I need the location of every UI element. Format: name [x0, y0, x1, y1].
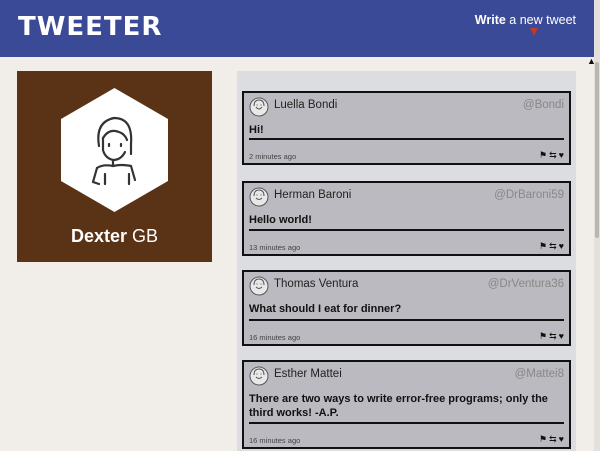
tweet-timestamp: 2 minutes ago: [249, 152, 297, 161]
tweet-timestamp: 16 minutes ago: [249, 436, 301, 445]
heart-icon[interactable]: ♥: [559, 241, 564, 251]
flag-icon[interactable]: ⚑: [539, 241, 547, 251]
user-avatar-icon: [249, 366, 269, 386]
compose-label-rest: a new tweet: [505, 13, 576, 27]
tweet-header: Esther Mattei @Mattei8: [249, 366, 564, 386]
tweet-author-name[interactable]: Herman Baroni: [274, 189, 351, 201]
page-scrollbar[interactable]: [594, 0, 600, 451]
heart-icon[interactable]: ♥: [559, 150, 564, 160]
app-logo[interactable]: TWEETER: [18, 12, 162, 42]
profile-name: Dexter GB: [17, 226, 212, 247]
top-nav-bar: TWEETER Write a new tweet: [0, 0, 594, 57]
flag-icon[interactable]: ⚑: [539, 434, 547, 444]
heart-icon[interactable]: ♥: [559, 331, 564, 341]
tweet-card: Thomas Ventura @DrVentura36 What should …: [242, 270, 571, 346]
tweet-author-handle[interactable]: @DrBaroni59: [494, 189, 564, 201]
heart-icon[interactable]: ♥: [559, 434, 564, 444]
tweet-divider: [249, 229, 564, 231]
tweet-divider: [249, 319, 564, 321]
profile-first-name: Dexter: [70, 226, 127, 246]
compose-label-bold: Write: [474, 13, 506, 27]
profile-card: Dexter GB: [17, 71, 212, 262]
retweet-icon[interactable]: ⇆: [549, 241, 557, 251]
tweet-author-name[interactable]: Luella Bondi: [274, 99, 337, 111]
scrollbar-thumb[interactable]: [595, 62, 599, 238]
tweet-header: Thomas Ventura @DrVentura36: [249, 276, 564, 296]
flag-icon[interactable]: ⚑: [539, 150, 547, 160]
retweet-icon[interactable]: ⇆: [549, 150, 557, 160]
tweet-author-handle[interactable]: @Bondi: [523, 99, 564, 111]
write-tweet-button[interactable]: Write a new tweet: [475, 13, 576, 27]
tweet-header: Herman Baroni @DrBaroni59: [249, 187, 564, 207]
tweet-author-name[interactable]: Esther Mattei: [274, 368, 342, 380]
tweet-card: Herman Baroni @DrBaroni59 Hello world! 1…: [242, 181, 571, 256]
tweet-divider: [249, 138, 564, 140]
tweet-text: Hello world!: [249, 214, 312, 226]
woman-avatar-icon: [61, 88, 168, 212]
mouse-cursor-icon: ▲: [587, 56, 596, 66]
tweet-actions: ⚑ ⇆ ♥: [537, 150, 564, 161]
retweet-icon[interactable]: ⇆: [549, 331, 557, 341]
user-avatar-icon: [249, 187, 269, 207]
tweet-actions: ⚑ ⇆ ♥: [537, 434, 564, 445]
tweet-text: Hi!: [249, 124, 264, 136]
tweet-actions: ⚑ ⇆ ♥: [537, 331, 564, 342]
tweet-timestamp: 16 minutes ago: [249, 333, 301, 342]
tweet-text: There are two ways to write error-free p…: [249, 393, 548, 419]
user-avatar-icon: [249, 97, 269, 117]
tweet-card: Esther Mattei @Mattei8 There are two way…: [242, 360, 571, 449]
tweet-actions: ⚑ ⇆ ♥: [537, 241, 564, 252]
tweet-text: What should I eat for dinner?: [249, 303, 402, 315]
profile-last-name: GB: [127, 226, 159, 246]
tweet-divider: [249, 422, 564, 424]
user-avatar-icon: [249, 276, 269, 296]
arrow-down-icon[interactable]: [530, 28, 538, 36]
tweet-author-handle[interactable]: @DrVentura36: [488, 278, 564, 290]
tweet-author-handle[interactable]: @Mattei8: [515, 368, 564, 380]
tweet-card: Luella Bondi @Bondi Hi! 2 minutes ago ⚑ ⇆…: [242, 91, 571, 165]
tweet-author-name[interactable]: Thomas Ventura: [274, 278, 358, 290]
retweet-icon[interactable]: ⇆: [549, 434, 557, 444]
tweet-timestamp: 13 minutes ago: [249, 243, 301, 252]
tweet-header: Luella Bondi @Bondi: [249, 97, 564, 117]
flag-icon[interactable]: ⚑: [539, 331, 547, 341]
